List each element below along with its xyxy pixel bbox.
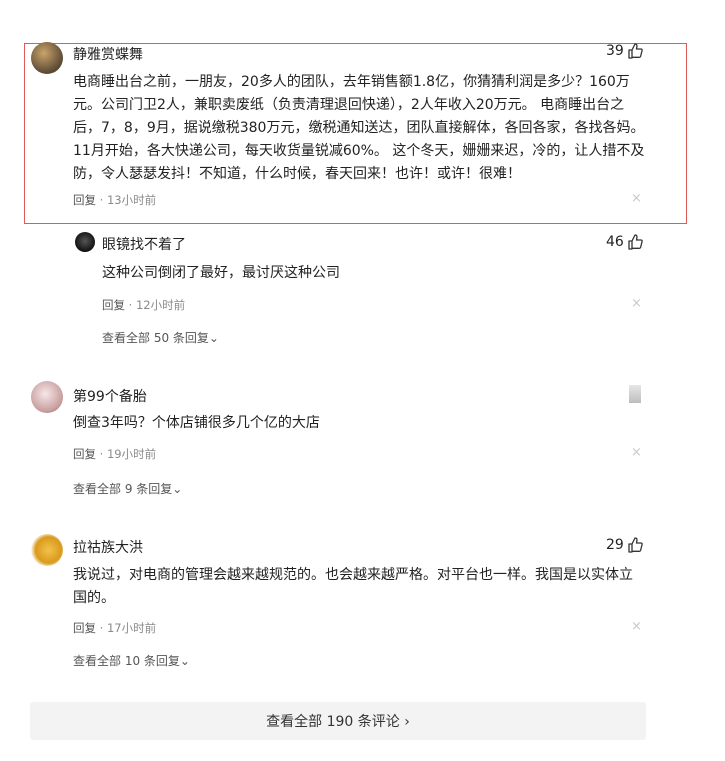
like-button[interactable]: 39: [606, 43, 643, 59]
close-icon[interactable]: ×: [631, 191, 642, 206]
close-icon[interactable]: ×: [631, 296, 642, 311]
username[interactable]: 第99个备胎: [73, 386, 147, 406]
comment-text: 倒查3年吗？个体店铺很多几个亿的大店: [73, 415, 320, 431]
username[interactable]: 拉祜族大洪: [73, 537, 143, 557]
view-replies-link[interactable]: 查看全部 9 条回复⌄: [73, 480, 182, 497]
close-icon[interactable]: ×: [631, 445, 642, 460]
timestamp: 19小时前: [106, 447, 157, 461]
avatar[interactable]: [31, 534, 63, 566]
close-icon[interactable]: ×: [631, 619, 642, 634]
view-replies-link[interactable]: 查看全部 50 条回复⌄: [102, 329, 219, 346]
timestamp: 12小时前: [135, 298, 186, 312]
thumbs-up-icon: [628, 537, 643, 553]
avatar[interactable]: [75, 232, 95, 252]
reply-button[interactable]: 回复: [73, 447, 96, 461]
like-button[interactable]: 29: [606, 537, 643, 553]
chevron-down-icon: ⌄: [179, 654, 190, 668]
view-all-comments-button[interactable]: 查看全部 190 条评论 ›: [30, 702, 646, 740]
username[interactable]: 静雅赏蝶舞: [73, 44, 143, 64]
like-count: 46: [606, 234, 624, 250]
thumbs-up-icon: [628, 43, 643, 59]
like-button[interactable]: 46: [606, 234, 643, 250]
comment-meta: 回复 · 13小时前: [73, 193, 157, 207]
reply-button[interactable]: 回复: [73, 621, 96, 635]
timestamp: 13小时前: [106, 193, 157, 207]
view-replies-link[interactable]: 查看全部 10 条回复⌄: [73, 652, 190, 669]
comment-text: 这种公司倒闭了最好，最讨厌这种公司: [102, 265, 340, 281]
chevron-down-icon: ⌄: [208, 331, 219, 345]
comment-text: 电商睡出台之前，一朋友，20多人的团队，去年销售额1.8亿，你猜猜利润是多少？1…: [73, 74, 645, 182]
like-count: 39: [606, 43, 624, 59]
comment-meta: 回复 · 19小时前: [73, 447, 157, 461]
comment-meta: 回复 · 17小时前: [73, 621, 157, 635]
like-area-blurred: [629, 385, 641, 403]
chevron-down-icon: ⌄: [172, 482, 183, 496]
username[interactable]: 眼镜找不着了: [102, 234, 186, 254]
reply-button[interactable]: 回复: [102, 298, 125, 312]
timestamp: 17小时前: [106, 621, 157, 635]
avatar[interactable]: [31, 381, 63, 413]
comment-text: 我说过，对电商的管理会越来越规范的。也会越来越严格。对平台也一样。我国是以实体立…: [73, 567, 633, 606]
avatar[interactable]: [31, 42, 63, 74]
comment-meta: 回复 · 12小时前: [102, 298, 186, 312]
thumbs-up-icon: [628, 234, 643, 250]
reply-button[interactable]: 回复: [73, 193, 96, 207]
like-count: 29: [606, 537, 624, 553]
